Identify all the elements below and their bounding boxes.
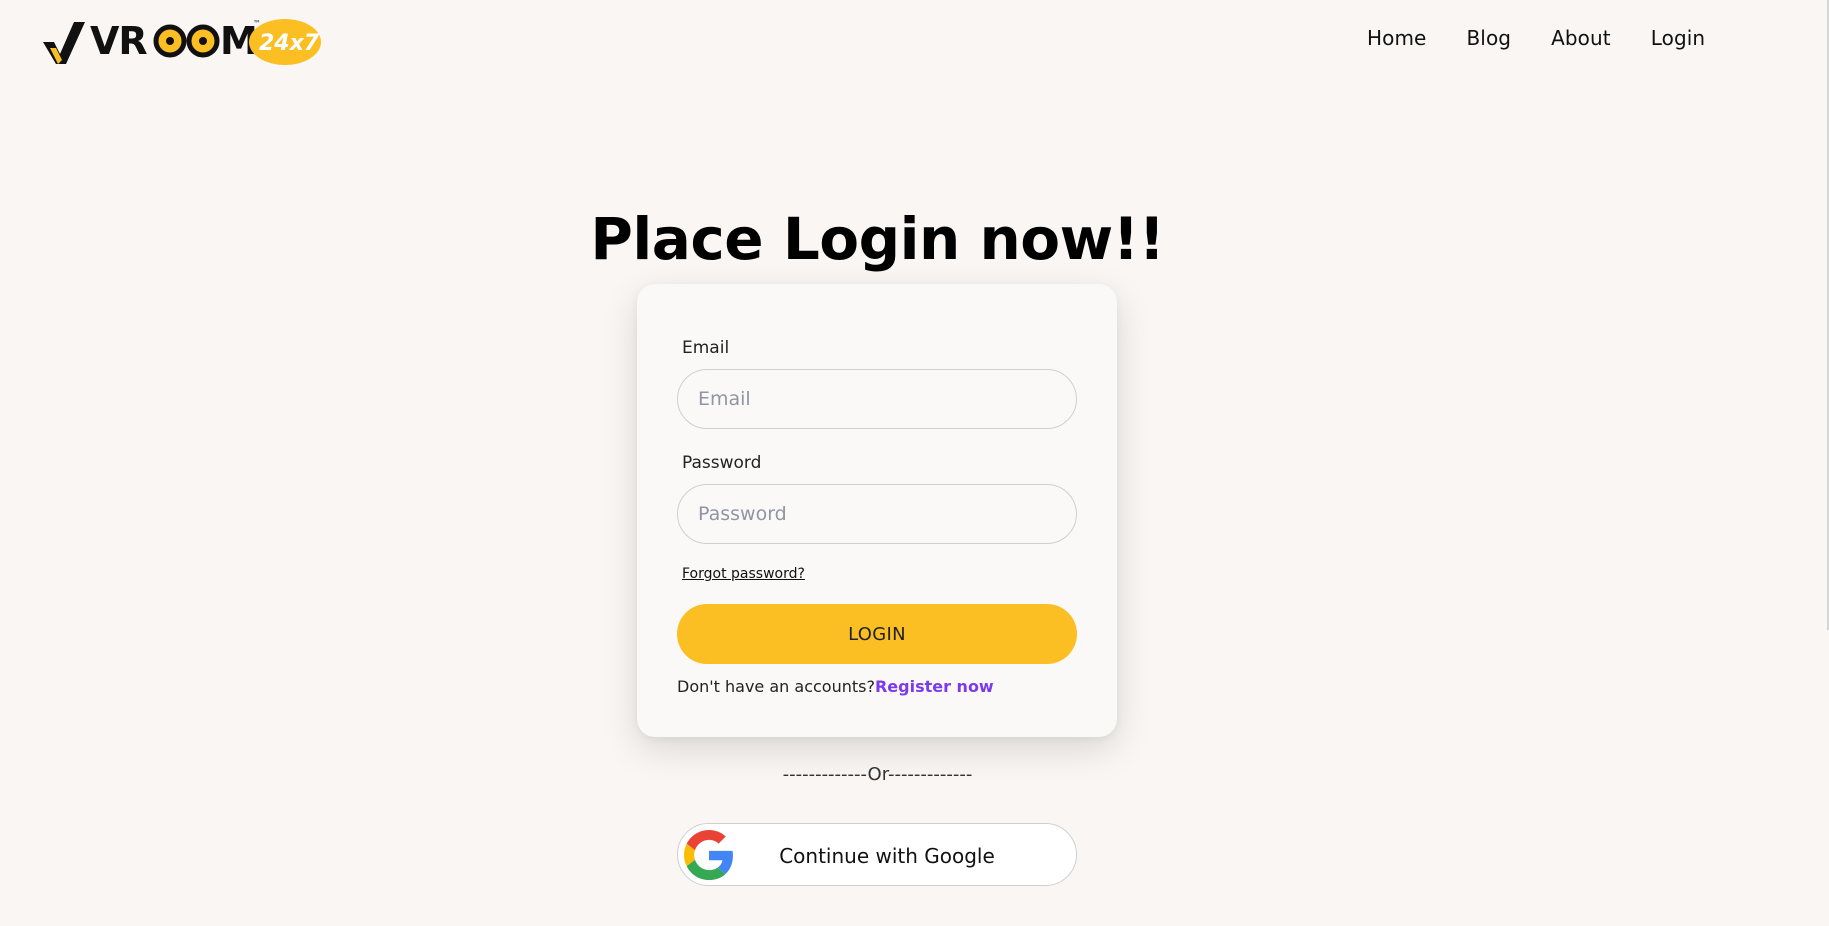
main-nav: Home Blog About Login xyxy=(1367,26,1705,50)
svg-text:VR: VR xyxy=(90,19,147,63)
svg-text:24x7: 24x7 xyxy=(259,31,320,56)
google-signin-button[interactable]: Continue with Google xyxy=(677,823,1077,886)
or-divider: -------------Or------------- xyxy=(782,764,973,785)
password-field[interactable] xyxy=(677,484,1077,544)
nav-about-link[interactable]: About xyxy=(1551,26,1611,50)
email-field[interactable] xyxy=(677,369,1077,429)
register-now-link[interactable]: Register now xyxy=(875,677,994,696)
email-label: Email xyxy=(682,338,730,358)
vroom-logo-icon: VR M ™ 24x7 xyxy=(43,19,321,65)
register-prompt-text: Don't have an accounts? xyxy=(677,677,875,696)
nav-home-link[interactable]: Home xyxy=(1367,26,1426,50)
register-prompt: Don't have an accounts?Register now xyxy=(677,677,994,696)
forgot-password-link[interactable]: Forgot password? xyxy=(682,566,805,582)
nav-blog-link[interactable]: Blog xyxy=(1466,26,1511,50)
login-button[interactable]: LOGIN xyxy=(677,604,1077,664)
brand-logo[interactable]: VR M ™ 24x7 xyxy=(40,12,330,70)
login-page: VR M ™ 24x7 Home Blog About Login Place … xyxy=(0,0,1829,926)
page-title: Place Login now!! xyxy=(590,205,1165,273)
password-label: Password xyxy=(682,453,762,473)
nav-login-link[interactable]: Login xyxy=(1651,26,1705,50)
google-signin-label: Continue with Google xyxy=(779,844,995,868)
login-card: Email Password Forgot password? LOGIN Do… xyxy=(637,284,1117,737)
